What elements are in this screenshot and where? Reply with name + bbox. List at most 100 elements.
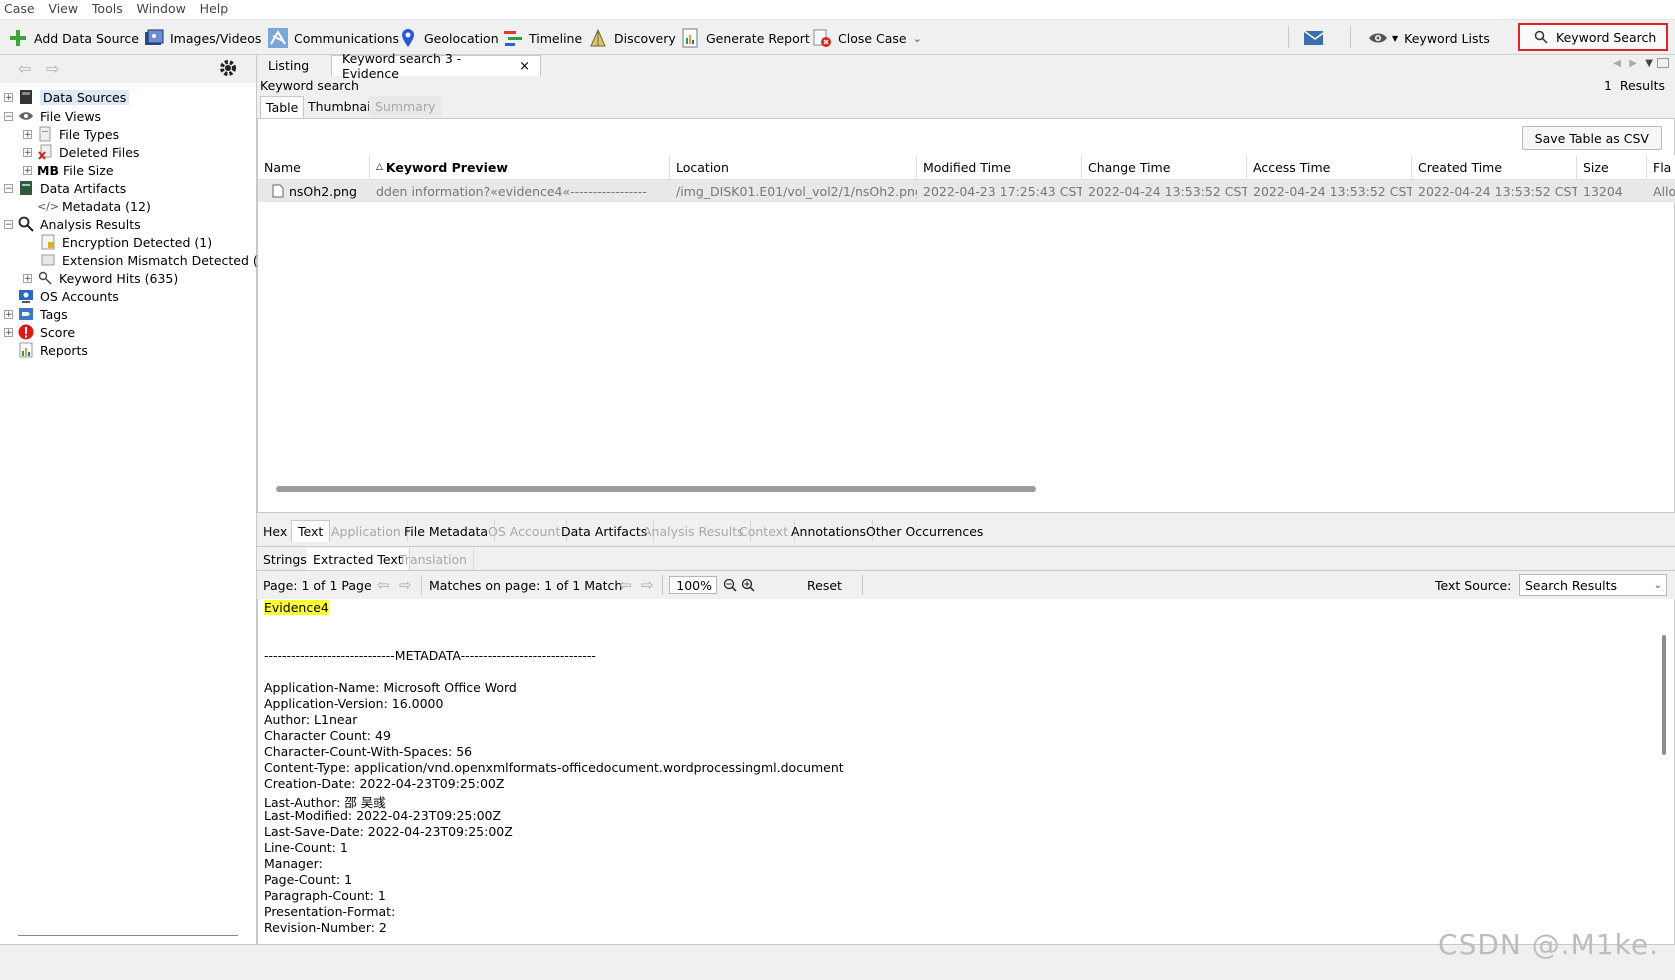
result-table-panel: Save Table as CSV Name △ Keyword Preview… bbox=[257, 118, 1675, 513]
table-row[interactable]: nsOh2.png dden information?«evidence4«--… bbox=[258, 180, 1675, 202]
column-header-name[interactable]: Name bbox=[258, 155, 370, 179]
forward-arrow-icon[interactable]: ⇨ bbox=[46, 59, 59, 78]
chevron-down-icon[interactable]: ⌄ bbox=[913, 32, 922, 45]
geolocation-button[interactable]: Geolocation bbox=[398, 26, 499, 50]
column-header-change-time[interactable]: Change Time bbox=[1082, 155, 1247, 179]
collapse-toggle[interactable]: − bbox=[4, 111, 13, 121]
expand-toggle[interactable]: + bbox=[23, 165, 32, 175]
tree-item-file-size[interactable]: + MB File Size bbox=[23, 161, 114, 179]
tab-strings[interactable]: Strings bbox=[257, 548, 314, 570]
pager-separator bbox=[662, 575, 663, 595]
alert-icon bbox=[18, 324, 34, 340]
collapse-toggle[interactable]: − bbox=[4, 183, 13, 193]
expand-toggle[interactable]: + bbox=[4, 327, 13, 337]
communications-button[interactable]: Communications bbox=[268, 26, 399, 50]
close-case-button[interactable]: Close Case ⌄ bbox=[812, 26, 922, 50]
close-icon[interactable]: × bbox=[519, 59, 530, 74]
expand-toggle[interactable]: + bbox=[23, 273, 32, 283]
maximize-icon[interactable] bbox=[1657, 58, 1669, 68]
pager-separator bbox=[421, 575, 422, 595]
next-page-icon[interactable]: ⇨ bbox=[399, 571, 412, 599]
tree-item-metadata[interactable]: </> Metadata (12) bbox=[37, 197, 151, 215]
mail-icon bbox=[1303, 28, 1323, 48]
add-data-source-button[interactable]: Add Data Source bbox=[8, 26, 139, 50]
tree-item-extension-mismatch[interactable]: Extension Mismatch Detected (6) bbox=[40, 251, 271, 269]
discovery-button[interactable]: Discovery bbox=[588, 26, 676, 50]
column-header-location[interactable]: Location bbox=[670, 155, 917, 179]
email-button[interactable] bbox=[1303, 26, 1329, 50]
text-line: Application-Version: 16.0000 bbox=[264, 696, 444, 711]
tree-item-file-types[interactable]: + File Types bbox=[23, 125, 119, 143]
column-header-created-time[interactable]: Created Time bbox=[1412, 155, 1577, 179]
previous-match-icon[interactable]: ⇦ bbox=[619, 571, 632, 599]
extension-mismatch-icon bbox=[40, 252, 56, 268]
zoom-in-icon[interactable] bbox=[741, 578, 755, 592]
cell-name: nsOh2.png bbox=[266, 180, 370, 202]
tree-item-os-accounts[interactable]: OS Accounts bbox=[18, 287, 119, 305]
cell-size: 13204 bbox=[1583, 183, 1623, 199]
eye-icon bbox=[1368, 28, 1388, 48]
tree-item-encryption-detected[interactable]: Encryption Detected (1) bbox=[40, 233, 212, 251]
tab-keyword-search-evidence[interactable]: Keyword search 3 - Evidence × bbox=[331, 51, 541, 81]
zoom-input[interactable]: 100% bbox=[669, 576, 717, 594]
tab-listing[interactable]: Listing bbox=[257, 55, 320, 76]
tab-list-dropdown-icon[interactable]: ▼ bbox=[1645, 58, 1653, 69]
column-header-access-time[interactable]: Access Time bbox=[1247, 155, 1412, 179]
tab-file-metadata[interactable]: File Metadata bbox=[398, 520, 496, 542]
tree-item-analysis-results[interactable]: − Analysis Results bbox=[4, 215, 141, 233]
previous-page-icon[interactable]: ⇦ bbox=[377, 571, 390, 599]
back-arrow-icon[interactable]: ⇦ bbox=[18, 59, 31, 78]
next-match-icon[interactable]: ⇨ bbox=[641, 571, 654, 599]
reset-zoom-button[interactable]: Reset bbox=[807, 571, 842, 599]
expand-toggle[interactable]: + bbox=[4, 92, 13, 102]
tree-item-tags[interactable]: + Tags bbox=[4, 305, 68, 323]
expand-toggle[interactable]: + bbox=[4, 309, 13, 319]
extracted-text-pane[interactable]: Evidence4 -----------------------------M… bbox=[257, 599, 1675, 944]
tree-item-file-views[interactable]: − File Views bbox=[4, 107, 101, 125]
directory-tree-panel: ⇦ ⇨ + Data Sources − File Views + File T… bbox=[0, 55, 271, 944]
text-line: Last-Save-Date: 2022-04-23T09:25:00Z bbox=[264, 824, 513, 839]
scroll-left-icon[interactable]: ◀ bbox=[1613, 58, 1621, 69]
tree-item-data-artifacts[interactable]: − Data Artifacts bbox=[4, 179, 126, 197]
data-artifacts-icon bbox=[18, 180, 34, 196]
text-line: Character Count: 49 bbox=[264, 728, 391, 743]
column-header-size[interactable]: Size bbox=[1577, 155, 1647, 179]
tree-item-deleted-files[interactable]: + Deleted Files bbox=[23, 143, 139, 161]
menu-window[interactable]: Window bbox=[133, 0, 192, 16]
cell-location: /img_DISK01.E01/vol_vol2/1/nsOh2.png bbox=[676, 183, 917, 199]
expand-toggle[interactable]: + bbox=[23, 147, 32, 157]
tree-nav-bar: ⇦ ⇨ bbox=[0, 55, 256, 83]
text-line: Application-Name: Microsoft Office Word bbox=[264, 680, 517, 695]
tree-item-score[interactable]: + Score bbox=[4, 323, 75, 341]
save-table-csv-button[interactable]: Save Table as CSV bbox=[1521, 126, 1662, 150]
tab-other-occurrences[interactable]: Other Occurrences bbox=[860, 520, 989, 542]
scroll-right-icon[interactable]: ▶ bbox=[1629, 58, 1637, 69]
tree-item-reports[interactable]: Reports bbox=[18, 341, 88, 359]
tree-item-keyword-hits[interactable]: + Keyword Hits (635) bbox=[23, 269, 178, 287]
text-source-select[interactable]: Search Results ⌄ bbox=[1519, 574, 1667, 596]
menu-help[interactable]: Help bbox=[196, 0, 235, 16]
horizontal-scrollbar[interactable] bbox=[276, 486, 1036, 492]
column-header-flags[interactable]: Fla bbox=[1647, 155, 1675, 179]
keyword-lists-button[interactable]: ▼ Keyword Lists bbox=[1368, 26, 1490, 50]
tab-hex[interactable]: Hex bbox=[257, 520, 295, 542]
gear-icon[interactable] bbox=[218, 58, 238, 81]
mb-icon: MB bbox=[37, 162, 59, 178]
timeline-button[interactable]: Timeline bbox=[503, 26, 582, 50]
expand-toggle[interactable]: + bbox=[23, 129, 32, 139]
vertical-scrollbar[interactable] bbox=[1662, 635, 1666, 755]
menu-case[interactable]: Case bbox=[0, 0, 41, 16]
generate-report-button[interactable]: Generate Report bbox=[680, 26, 810, 50]
column-header-modified-time[interactable]: Modified Time bbox=[917, 155, 1082, 179]
tree-item-data-sources[interactable]: + Data Sources bbox=[4, 88, 130, 106]
tab-table[interactable]: Table bbox=[260, 96, 305, 118]
column-header-keyword-preview[interactable]: △ Keyword Preview bbox=[370, 155, 670, 179]
images-videos-button[interactable]: Images/Videos bbox=[144, 26, 261, 50]
menu-view[interactable]: View bbox=[44, 0, 84, 16]
collapse-toggle[interactable]: − bbox=[4, 219, 13, 229]
menu-tools[interactable]: Tools bbox=[88, 0, 129, 16]
toolbar-separator bbox=[1350, 26, 1351, 48]
zoom-out-icon[interactable] bbox=[723, 578, 737, 592]
text-line: Line-Count: 1 bbox=[264, 840, 348, 855]
keyword-search-button[interactable]: Keyword Search bbox=[1518, 23, 1668, 51]
